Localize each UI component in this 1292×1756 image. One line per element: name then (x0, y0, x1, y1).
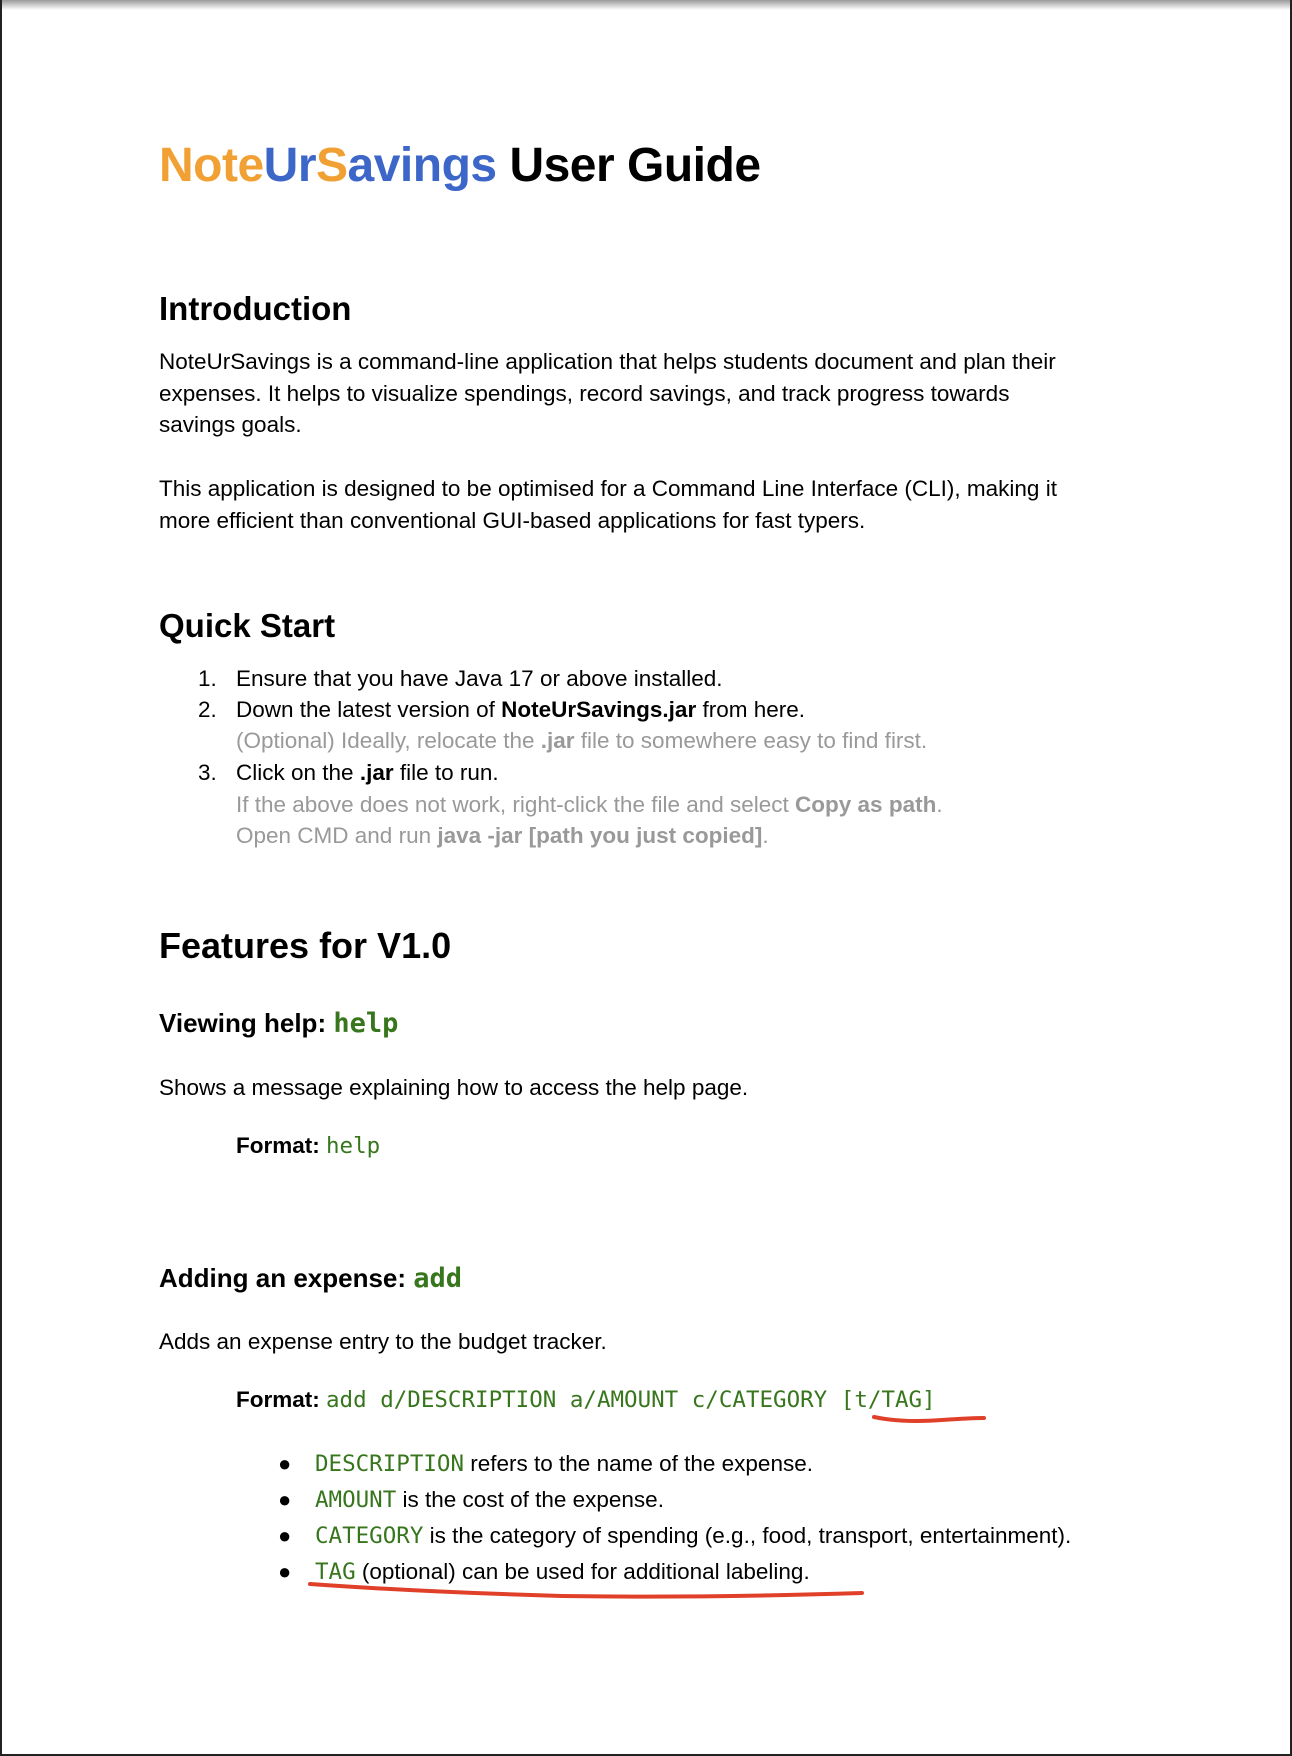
document-page: NoteUrSavings User Guide Introduction No… (0, 0, 1292, 1756)
tag-bullet-underline (308, 1582, 864, 1599)
tag-format-underline (872, 1415, 986, 1423)
red-annotation-underlines (308, 1415, 986, 1599)
